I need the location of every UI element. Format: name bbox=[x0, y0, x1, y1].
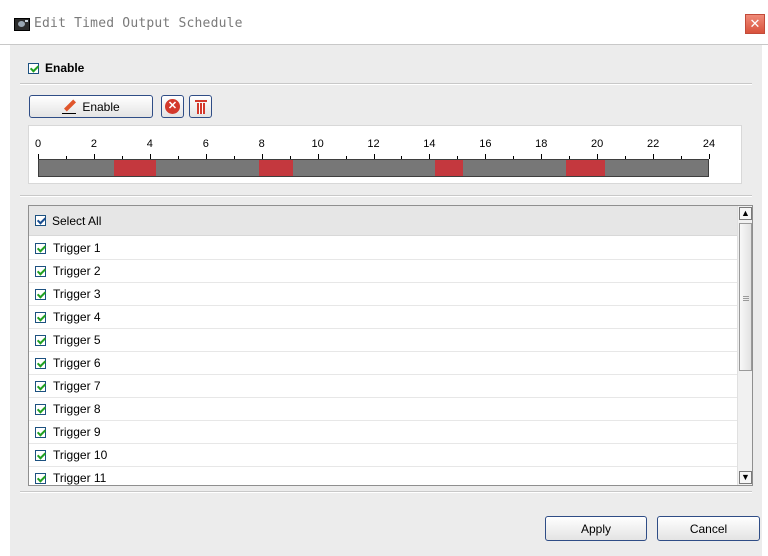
list-item[interactable]: Trigger 10 bbox=[29, 444, 737, 467]
trigger-checkbox[interactable] bbox=[35, 449, 46, 461]
enable-checkbox[interactable] bbox=[28, 62, 39, 74]
scroll-down-icon[interactable]: ▼ bbox=[739, 471, 752, 484]
timeline-tick-label: 22 bbox=[646, 138, 660, 150]
list-item[interactable]: Trigger 8 bbox=[29, 398, 737, 421]
trigger-label: Trigger 6 bbox=[53, 356, 101, 370]
list-item[interactable]: Trigger 3 bbox=[29, 283, 737, 306]
scroll-thumb[interactable] bbox=[739, 223, 752, 371]
trigger-checkbox[interactable] bbox=[35, 311, 46, 323]
title-bar: Edit Timed Output Schedule ✕ bbox=[0, 0, 768, 44]
timeline-tick-label: 24 bbox=[702, 138, 716, 150]
scheduled-segment[interactable] bbox=[259, 160, 293, 176]
delete-all-button[interactable] bbox=[189, 95, 212, 118]
trigger-checkbox[interactable] bbox=[35, 426, 46, 438]
trigger-checkbox[interactable] bbox=[35, 357, 46, 369]
pencil-icon bbox=[62, 100, 77, 114]
dialog-content: Enable Enable ✕ 0 2 4 6 8 10 12 14 16 18 20 22 24 Se… bbox=[10, 45, 762, 556]
list-item[interactable]: Trigger 4 bbox=[29, 306, 737, 329]
divider bbox=[20, 491, 752, 493]
divider bbox=[20, 83, 752, 85]
timeline-tick-label: 8 bbox=[258, 138, 265, 150]
trigger-label: Trigger 10 bbox=[53, 448, 108, 462]
trigger-checkbox[interactable] bbox=[35, 265, 46, 277]
trigger-checkbox[interactable] bbox=[35, 288, 46, 300]
trigger-checkbox[interactable] bbox=[35, 380, 46, 392]
timeline-tick-label: 20 bbox=[591, 138, 604, 150]
list-item[interactable]: Trigger 11 bbox=[29, 467, 737, 485]
list-item[interactable]: Trigger 1 bbox=[29, 237, 737, 260]
enable-checkbox-label: Enable bbox=[45, 61, 85, 75]
window-title: Edit Timed Output Schedule bbox=[34, 16, 243, 31]
enable-option[interactable]: Enable bbox=[28, 61, 84, 75]
timeline-tick-label: 18 bbox=[535, 138, 548, 150]
grip-icon bbox=[743, 296, 749, 301]
enable-schedule-button[interactable]: Enable bbox=[29, 95, 153, 118]
timeline-tick-label: 2 bbox=[90, 138, 97, 150]
scheduled-segment[interactable] bbox=[114, 160, 157, 176]
select-all-label: Select All bbox=[52, 213, 102, 228]
cancel-button[interactable]: Cancel bbox=[657, 516, 760, 541]
trigger-checkbox[interactable] bbox=[35, 242, 46, 254]
delete-circle-icon: ✕ bbox=[165, 99, 180, 114]
camera-icon bbox=[14, 18, 30, 31]
trigger-label: Trigger 1 bbox=[53, 241, 101, 255]
scheduled-segment[interactable] bbox=[565, 160, 605, 176]
list-item[interactable]: Trigger 7 bbox=[29, 375, 737, 398]
timeline-tick-label: 4 bbox=[146, 138, 153, 150]
list-item[interactable]: Trigger 2 bbox=[29, 260, 737, 283]
trigger-checkbox[interactable] bbox=[35, 403, 46, 415]
list-item[interactable]: Trigger 6 bbox=[29, 352, 737, 375]
timeline-tick-label: 16 bbox=[479, 138, 492, 150]
scheduled-segment[interactable] bbox=[434, 160, 463, 176]
apply-button[interactable]: Apply bbox=[545, 516, 647, 541]
timeline-tick-label: 14 bbox=[423, 138, 436, 150]
timeline-tick-label: 0 bbox=[34, 138, 42, 150]
timeline-tick-label: 6 bbox=[202, 138, 209, 150]
trigger-label: Trigger 4 bbox=[53, 310, 101, 324]
close-button[interactable]: ✕ bbox=[745, 14, 765, 34]
trigger-label: Trigger 8 bbox=[53, 402, 101, 416]
trash-icon bbox=[194, 99, 207, 114]
trigger-label: Trigger 3 bbox=[53, 287, 101, 301]
trigger-checkbox[interactable] bbox=[35, 334, 46, 346]
list-item[interactable]: Trigger 9 bbox=[29, 421, 737, 444]
timeline-tick-label: 12 bbox=[367, 138, 380, 150]
divider bbox=[20, 195, 752, 197]
select-all-row[interactable]: Select All bbox=[29, 206, 737, 236]
enable-schedule-button-label: Enable bbox=[82, 99, 120, 114]
timeline-tick bbox=[709, 154, 710, 159]
trigger-label: Trigger 7 bbox=[53, 379, 101, 393]
trigger-list: Select All Trigger 1 Trigger 2 Trigger 3 Tr… bbox=[28, 205, 753, 486]
trigger-label: Trigger 2 bbox=[53, 264, 101, 278]
scroll-up-icon[interactable]: ▲ bbox=[739, 207, 752, 220]
vertical-scrollbar[interactable]: ▲ ▼ bbox=[737, 206, 752, 485]
trigger-label: Trigger 5 bbox=[53, 333, 101, 347]
timeline-bar[interactable] bbox=[38, 159, 709, 177]
clear-schedule-button[interactable]: ✕ bbox=[161, 95, 184, 118]
timeline-tick-label: 10 bbox=[311, 138, 324, 150]
select-all-checkbox[interactable] bbox=[35, 215, 46, 226]
trigger-label: Trigger 9 bbox=[53, 425, 101, 439]
schedule-timeline: 0 2 4 6 8 10 12 14 16 18 20 22 24 bbox=[28, 125, 742, 184]
trigger-checkbox[interactable] bbox=[35, 472, 46, 484]
trigger-label: Trigger 11 bbox=[53, 471, 107, 485]
list-item[interactable]: Trigger 5 bbox=[29, 329, 737, 352]
